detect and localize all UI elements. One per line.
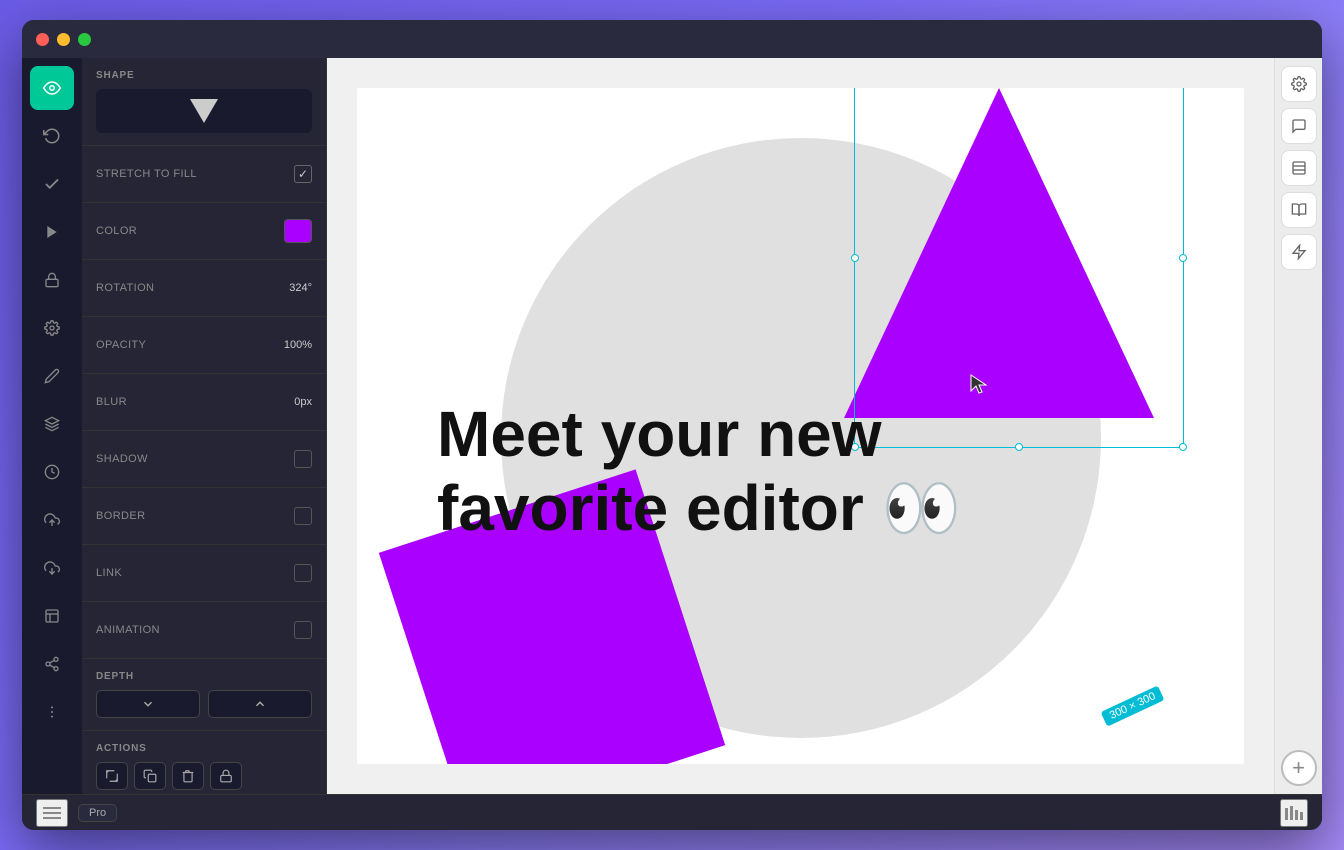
opacity-section: OPACITY 100%	[82, 317, 326, 374]
right-layout-button[interactable]	[1281, 150, 1317, 186]
right-panel: +	[1274, 58, 1322, 794]
animation-section: ANIMATION	[82, 602, 326, 659]
clock-icon-button[interactable]	[30, 450, 74, 494]
color-row: COLOR	[96, 215, 312, 247]
link-section: LINK	[82, 545, 326, 602]
properties-panel: SHAPE STRETCH TO FILL ✓ COLOR	[82, 58, 327, 794]
add-icon: +	[1292, 757, 1305, 779]
check-icon-button[interactable]	[30, 162, 74, 206]
download-icon-button[interactable]	[30, 546, 74, 590]
animation-check[interactable]	[294, 621, 312, 639]
stretch-row: STRETCH TO FILL ✓	[96, 158, 312, 190]
add-element-button[interactable]: +	[1281, 750, 1317, 786]
icon-toolbar	[22, 58, 82, 794]
stretch-check[interactable]: ✓	[294, 165, 312, 183]
color-label: COLOR	[96, 225, 137, 237]
canvas-bg: 300 × 300 Meet your new favorite editor …	[357, 88, 1244, 764]
depth-controls	[96, 690, 312, 718]
link-check[interactable]	[294, 564, 312, 582]
titlebar	[22, 20, 1322, 58]
shape-triangle	[190, 99, 218, 123]
rotation-section: ROTATION 324°	[82, 260, 326, 317]
blur-label: BLUR	[96, 396, 127, 408]
color-section: COLOR	[82, 203, 326, 260]
selection-handle-mr[interactable]	[1179, 254, 1187, 262]
stats-button[interactable]	[1280, 799, 1308, 827]
size-badge: 300 × 300	[1100, 685, 1164, 726]
shadow-check[interactable]	[294, 450, 312, 468]
blur-row: BLUR 0px	[96, 386, 312, 418]
action-copy-button[interactable]	[134, 762, 166, 790]
pen-icon-button[interactable]	[30, 354, 74, 398]
share-icon-button[interactable]	[30, 642, 74, 686]
link-label: LINK	[96, 567, 122, 579]
action-lock-button[interactable]	[210, 762, 242, 790]
depth-up-button[interactable]	[208, 690, 312, 718]
right-book-button[interactable]	[1281, 192, 1317, 228]
layers-icon-button[interactable]	[30, 402, 74, 446]
stretch-label: STRETCH TO FILL	[96, 168, 197, 180]
shape-preview[interactable]	[96, 89, 312, 133]
main-area: SHAPE STRETCH TO FILL ✓ COLOR	[22, 58, 1322, 794]
opacity-label: OPACITY	[96, 339, 146, 351]
undo-icon-button[interactable]	[30, 114, 74, 158]
action-crop-button[interactable]	[96, 762, 128, 790]
depth-section: DEPTH	[82, 659, 326, 731]
border-label: BORDER	[96, 510, 145, 522]
blur-value[interactable]: 0px	[294, 396, 312, 408]
rotation-row: ROTATION 324°	[96, 272, 312, 304]
border-row: BORDER	[96, 500, 312, 532]
shadow-label: SHADOW	[96, 453, 148, 465]
right-comment-button[interactable]	[1281, 108, 1317, 144]
shape-label: SHAPE	[96, 70, 312, 81]
lock-icon-button[interactable]	[30, 258, 74, 302]
more-icon-button[interactable]	[30, 690, 74, 734]
shadow-row: SHADOW	[96, 443, 312, 475]
border-check[interactable]	[294, 507, 312, 525]
right-settings-button[interactable]	[1281, 66, 1317, 102]
rotation-label: ROTATION	[96, 282, 154, 294]
shadow-section: SHADOW	[82, 431, 326, 488]
actions-row	[96, 762, 312, 790]
canvas-text-line2: favorite editor 👀	[437, 472, 964, 546]
traffic-lights	[36, 33, 91, 46]
gallery-icon-button[interactable]	[30, 594, 74, 638]
maximize-button[interactable]	[78, 33, 91, 46]
upload-icon-button[interactable]	[30, 498, 74, 542]
depth-label: DEPTH	[96, 671, 312, 682]
rotation-value[interactable]: 324°	[289, 282, 312, 294]
animation-row: ANIMATION	[96, 614, 312, 646]
opacity-row: OPACITY 100%	[96, 329, 312, 361]
blur-section: BLUR 0px	[82, 374, 326, 431]
actions-section: ACTIONS	[82, 731, 326, 794]
opacity-value[interactable]: 100%	[284, 339, 312, 351]
stretch-section: STRETCH TO FILL ✓	[82, 146, 326, 203]
close-button[interactable]	[36, 33, 49, 46]
eye-icon-button[interactable]	[30, 66, 74, 110]
shape-section: SHAPE	[82, 58, 326, 146]
right-lightning-button[interactable]	[1281, 234, 1317, 270]
bottom-bar: Pro	[22, 794, 1322, 830]
canvas-area[interactable]: 300 × 300 Meet your new favorite editor …	[327, 58, 1274, 794]
minimize-button[interactable]	[57, 33, 70, 46]
link-row: LINK	[96, 557, 312, 589]
action-delete-button[interactable]	[172, 762, 204, 790]
canvas-text: Meet your new favorite editor 👀	[437, 398, 964, 545]
animation-label: ANIMATION	[96, 624, 160, 636]
app-window: SHAPE STRETCH TO FILL ✓ COLOR	[22, 20, 1322, 830]
depth-down-button[interactable]	[96, 690, 200, 718]
play-icon-button[interactable]	[30, 210, 74, 254]
border-section: BORDER	[82, 488, 326, 545]
pro-badge: Pro	[78, 804, 117, 822]
canvas-text-line1: Meet your new	[437, 398, 964, 472]
color-swatch[interactable]	[284, 219, 312, 243]
menu-button[interactable]	[36, 799, 68, 827]
settings-icon-button[interactable]	[30, 306, 74, 350]
actions-label: ACTIONS	[96, 743, 312, 754]
selection-handle-br[interactable]	[1179, 443, 1187, 451]
